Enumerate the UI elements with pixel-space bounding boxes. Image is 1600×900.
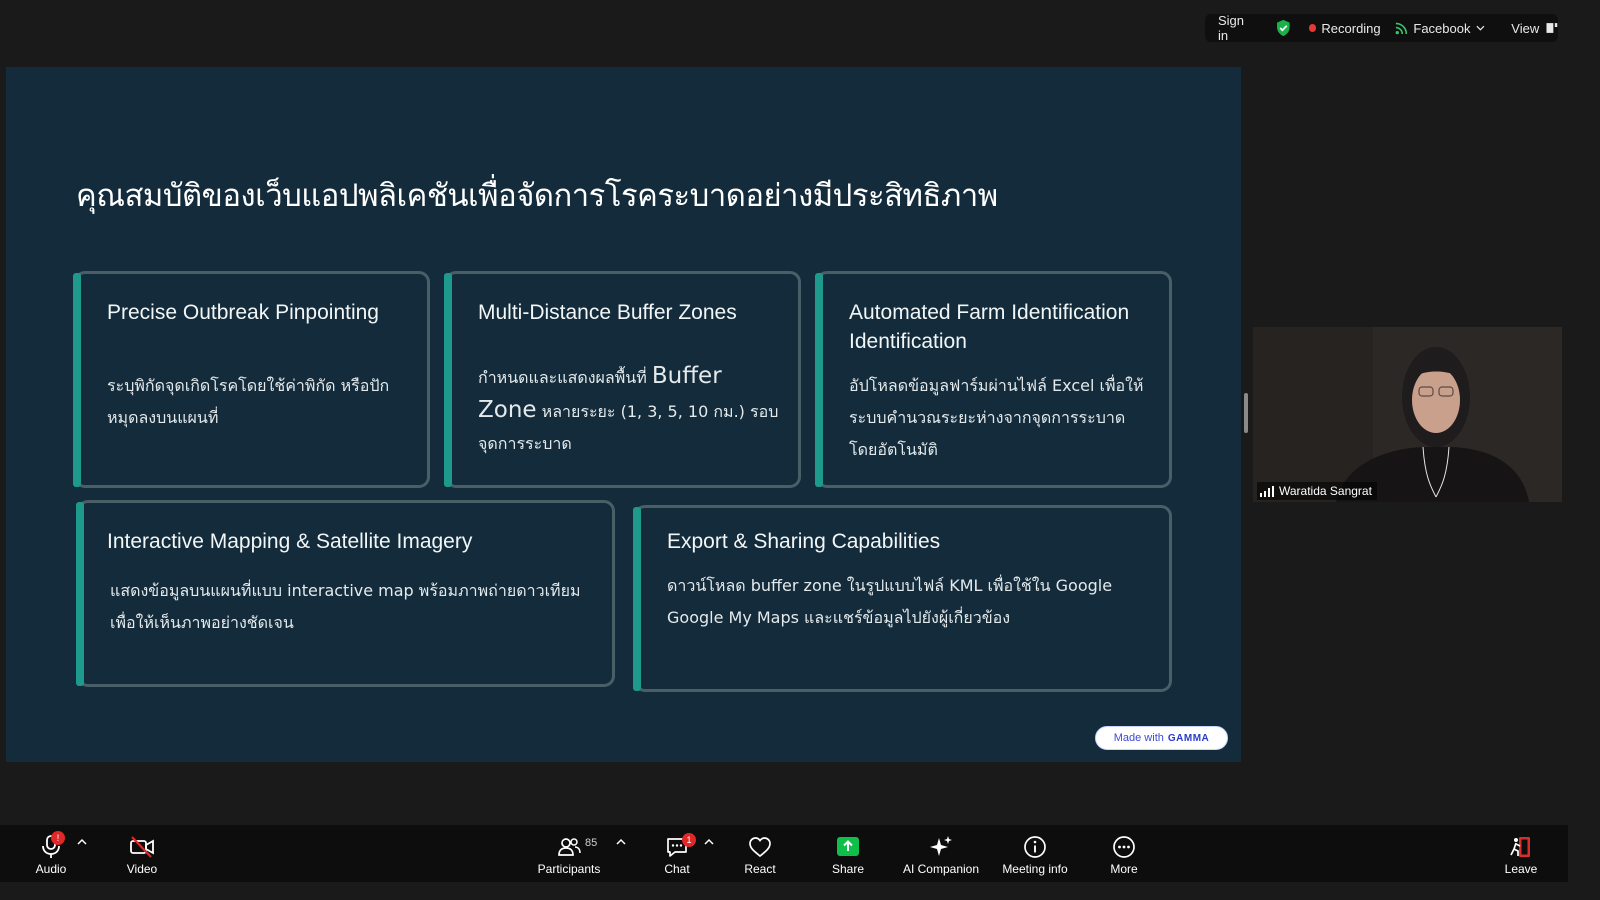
ai-companion-label: AI Companion — [902, 862, 980, 876]
card-accent-bar — [444, 273, 452, 487]
participants-icon — [558, 838, 581, 856]
chat-unread-badge: 1 — [682, 833, 696, 847]
share-screen-button[interactable]: Share — [828, 825, 868, 882]
video-label: Video — [126, 862, 158, 876]
gamma-logo: GAMMA — [1167, 732, 1210, 744]
audio-warning-badge: ! — [51, 831, 65, 845]
participant-name-label: Waratida Sangrat — [1257, 482, 1377, 500]
feature-card-pinpointing: Precise Outbreak Pinpointing ระบุพิกัดจุ… — [73, 271, 430, 488]
meeting-controls-toolbar: Audio ! Video Participants 85 Chat 1 Rea… — [0, 825, 1568, 882]
audio-label: Audio — [35, 862, 67, 876]
recording-indicator[interactable]: Recording — [1321, 14, 1380, 42]
view-menu[interactable]: View — [1511, 14, 1539, 42]
card-body: แสดงข้อมูลบนแผนที่แบบ interactive map พร… — [110, 581, 581, 632]
feature-card-farm-identification: Automated Farm Identification Identifica… — [815, 271, 1172, 488]
feature-card-interactive-mapping: Interactive Mapping & Satellite Imagery … — [76, 500, 615, 687]
card-title: Automated Farm Identification Identifica… — [849, 301, 1130, 353]
video-button[interactable]: Video — [124, 825, 160, 882]
card-title: Export & Sharing Capabilities — [667, 530, 941, 553]
recording-dot-icon — [1308, 24, 1317, 32]
card-accent-bar — [73, 273, 81, 487]
shared-slide: คุณสมบัติของเว็บแอปพลิเคชันเพื่อจัดการโร… — [6, 67, 1241, 762]
card-title: Interactive Mapping & Satellite Imagery — [107, 530, 473, 553]
participants-count: 85 — [585, 837, 598, 849]
card-accent-bar — [815, 273, 823, 487]
ai-sparkle-icon — [930, 836, 952, 856]
participants-label: Participants — [537, 862, 601, 876]
leave-label: Leave — [1504, 862, 1538, 876]
chevron-down-icon[interactable] — [1476, 25, 1485, 31]
more-label: More — [1110, 862, 1138, 876]
react-label: React — [744, 862, 776, 876]
leave-door-icon — [1510, 837, 1530, 857]
card-body: ดาวน์โหลด buffer zone ในรูปแบบไฟล์ KML เ… — [667, 576, 1113, 627]
more-button[interactable]: More — [1104, 825, 1144, 882]
feature-card-buffer-zones: Multi-Distance Buffer Zones กำหนดและแสดง… — [444, 271, 801, 488]
ai-companion-button[interactable]: AI Companion — [898, 825, 984, 882]
shield-check-icon[interactable] — [1275, 19, 1292, 37]
participant-video-feed — [1253, 327, 1562, 502]
leave-button[interactable]: Leave — [1502, 825, 1540, 882]
card-accent-bar — [633, 507, 641, 691]
share-label: Share — [831, 862, 865, 876]
livestream-icon — [1395, 22, 1407, 34]
video-off-icon — [130, 836, 154, 858]
card-body: กำหนดและแสดงผลพื้นที่ Buffer Zone หลายระ… — [478, 360, 780, 460]
audio-options-caret-icon[interactable] — [77, 838, 87, 846]
badge-prefix: Made with — [1113, 732, 1164, 744]
meeting-info-button[interactable]: Meeting info — [998, 825, 1072, 882]
react-button[interactable]: React — [740, 825, 780, 882]
participants-options-caret-icon[interactable] — [616, 838, 626, 846]
more-dots-icon — [1113, 836, 1135, 858]
feature-card-export-sharing: Export & Sharing Capabilities ดาวน์โหลด … — [633, 505, 1172, 692]
info-icon — [1024, 836, 1046, 858]
card-body-part: กำหนดและแสดงผลพื้นที่ — [478, 368, 652, 387]
top-status-pill: Sign in Recording Facebook View — [1205, 13, 1558, 43]
chat-options-caret-icon[interactable] — [704, 838, 714, 846]
meeting-top-bar: Sign in Recording Facebook View — [0, 0, 1568, 44]
made-with-gamma-badge[interactable]: Made with GAMMA — [1095, 726, 1228, 750]
slide-title: คุณสมบัติของเว็บแอปพลิเคชันเพื่อจัดการโร… — [76, 178, 998, 214]
view-layout-icon[interactable] — [1546, 22, 1558, 34]
card-title: Multi-Distance Buffer Zones — [478, 301, 737, 324]
signal-strength-icon — [1260, 485, 1274, 497]
participants-button[interactable]: Participants — [533, 825, 605, 882]
sign-in-link[interactable]: Sign in — [1218, 13, 1257, 43]
meeting-info-label: Meeting info — [1002, 862, 1068, 876]
facebook-livestream-menu[interactable]: Facebook — [1413, 14, 1470, 42]
participant-name: Waratida Sangrat — [1279, 484, 1372, 498]
participant-video-tile[interactable]: Waratida Sangrat — [1253, 327, 1562, 502]
share-screen-icon — [837, 837, 859, 856]
heart-icon — [749, 837, 771, 858]
card-accent-bar — [76, 502, 84, 686]
chat-label: Chat — [664, 862, 690, 876]
panel-resize-handle[interactable] — [1244, 393, 1248, 433]
card-body: ระบุพิกัดจุดเกิดโรคโดยใช้ค่าพิกัด หรือปั… — [107, 376, 390, 427]
card-title: Precise Outbreak Pinpointing — [107, 301, 379, 324]
card-body: อัปโหลดข้อมูลฟาร์มผ่านไฟล์ Excel เพื่อให… — [849, 376, 1144, 459]
